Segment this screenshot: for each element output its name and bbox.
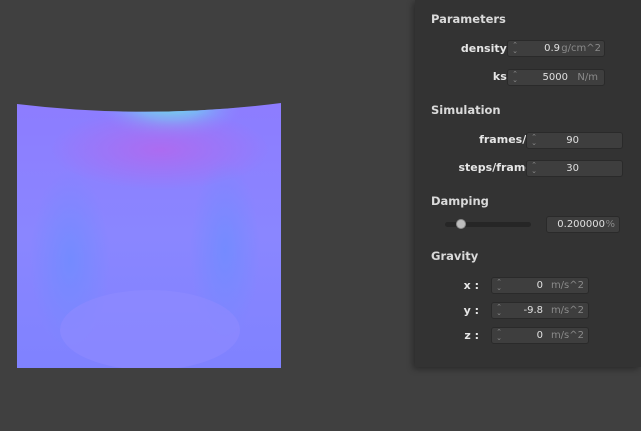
ks-field[interactable]: ⌃ ⌄ 5000 N/m <box>507 69 605 86</box>
damping-unit: % <box>605 219 615 230</box>
fps-value: 90 <box>566 135 579 146</box>
ks-unit: N/m <box>577 72 598 83</box>
gravity-z-label: z : <box>464 329 479 342</box>
spinner-icon[interactable]: ⌃ ⌄ <box>530 162 538 175</box>
density-unit: g/cm^2 <box>561 43 601 54</box>
damping-slider-handle[interactable] <box>455 219 466 229</box>
steps-value: 30 <box>566 163 579 174</box>
density-field[interactable]: ⌃ ⌄ 0.9 g/cm^2 <box>507 40 605 57</box>
ks-label: ks : <box>492 70 515 83</box>
gravity-x-value: 0 <box>536 280 543 291</box>
gravity-y-field[interactable]: ⌃ ⌄ -9.8 m/s^2 <box>491 302 589 319</box>
settings-panel: Parameters density : ⌃ ⌄ 0.9 g/cm^2 ks : … <box>415 0 641 367</box>
spinner-icon[interactable]: ⌃ ⌄ <box>530 134 538 147</box>
fps-field[interactable]: ⌃ ⌄ 90 <box>526 132 623 149</box>
ks-value: 5000 <box>542 72 568 83</box>
damping-field[interactable]: 0.200000 % <box>546 216 620 233</box>
gravity-x-field[interactable]: ⌃ ⌄ 0 m/s^2 <box>491 277 589 294</box>
steps-field[interactable]: ⌃ ⌄ 30 <box>526 160 623 177</box>
gravity-y-value: -9.8 <box>523 305 543 316</box>
simulation-heading: Simulation <box>431 103 501 117</box>
gravity-x-unit: m/s^2 <box>550 280 584 291</box>
gravity-y-unit: m/s^2 <box>550 305 584 316</box>
gravity-z-value: 0 <box>536 330 543 341</box>
gravity-y-label: y : <box>463 304 479 317</box>
spinner-icon[interactable]: ⌃ ⌄ <box>495 304 503 317</box>
damping-heading: Damping <box>431 194 489 208</box>
gravity-heading: Gravity <box>431 249 479 263</box>
gravity-z-field[interactable]: ⌃ ⌄ 0 m/s^2 <box>491 327 589 344</box>
spinner-icon[interactable]: ⌃ ⌄ <box>511 71 519 84</box>
spinner-icon[interactable]: ⌃ ⌄ <box>495 329 503 342</box>
gravity-x-label: x : <box>463 279 479 292</box>
density-value: 0.9 <box>544 43 560 54</box>
density-label: density : <box>460 42 515 55</box>
spinner-icon[interactable]: ⌃ ⌄ <box>511 42 519 55</box>
spinner-icon[interactable]: ⌃ ⌄ <box>495 279 503 292</box>
gravity-z-unit: m/s^2 <box>550 330 584 341</box>
damping-value: 0.200000 <box>557 219 605 230</box>
parameters-heading: Parameters <box>431 12 506 26</box>
